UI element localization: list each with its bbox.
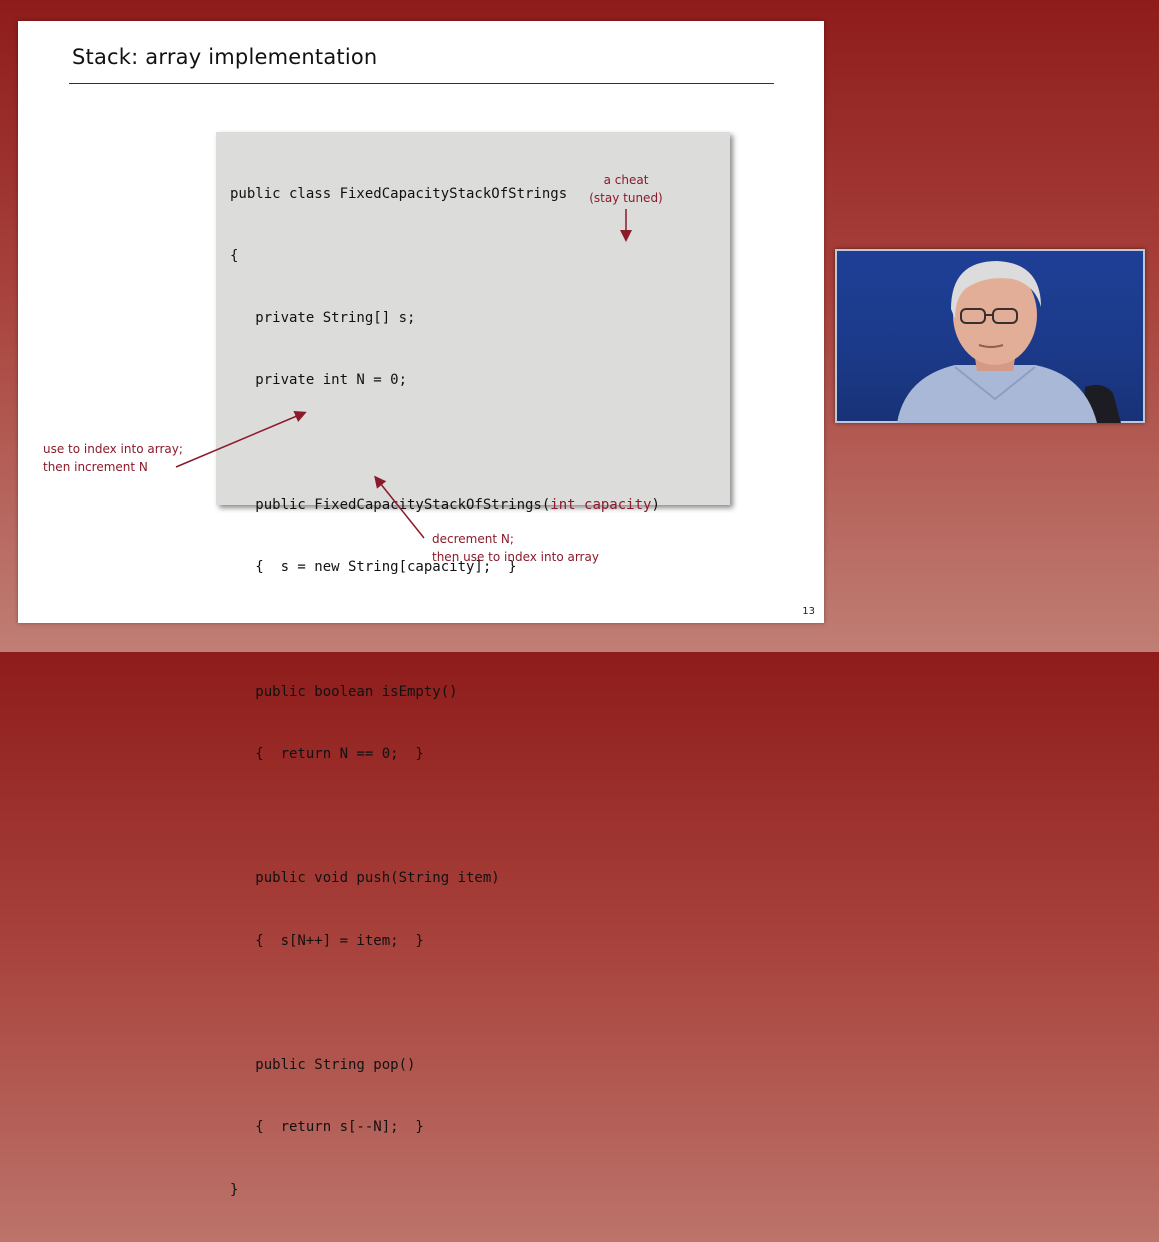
code-text: ) [651,496,660,513]
code-line: { return s[--N]; } [230,1119,424,1136]
code-line: } [230,1181,239,1198]
slide: Stack: array implementation public class… [18,21,824,1198]
code-line: public void push(String item) [230,870,500,887]
annotation-push: use to index into array; then increment … [43,440,183,476]
annotation-text: decrement N; [432,532,514,546]
presenter-video [835,249,1145,423]
annotation-text: use to index into array; [43,442,183,456]
code-text: public FixedCapacityStackOfStrings( [230,496,551,513]
code-line-constructor: public FixedCapacityStackOfStrings(int c… [230,495,660,516]
code-line: public boolean isEmpty() [230,683,458,700]
code-line: private String[] s; [230,310,416,326]
annotation-text: a cheat [603,173,649,187]
page-number: 13 [802,606,815,617]
presenter-figure [897,261,1121,423]
code-line: { s[N++] = item; } [230,932,424,949]
slide-title: Stack: array implementation [72,45,378,69]
code-line: private int N = 0; [230,372,408,389]
code-block: public class FixedCapacityStackOfStrings… [230,142,660,1242]
annotation-text: (stay tuned) [589,191,663,205]
code-line: public String pop() [230,1057,416,1073]
title-divider [69,83,774,84]
annotation-text: then use to index into array [432,550,599,564]
annotation-text: then increment N [43,460,148,474]
code-param-highlight: int capacity [550,496,652,513]
code-line: { [230,247,239,264]
code-line: { return N == 0; } [230,745,424,762]
annotation-pop: decrement N; then use to index into arra… [432,530,599,566]
annotation-cheat: a cheat (stay tuned) [574,171,678,207]
